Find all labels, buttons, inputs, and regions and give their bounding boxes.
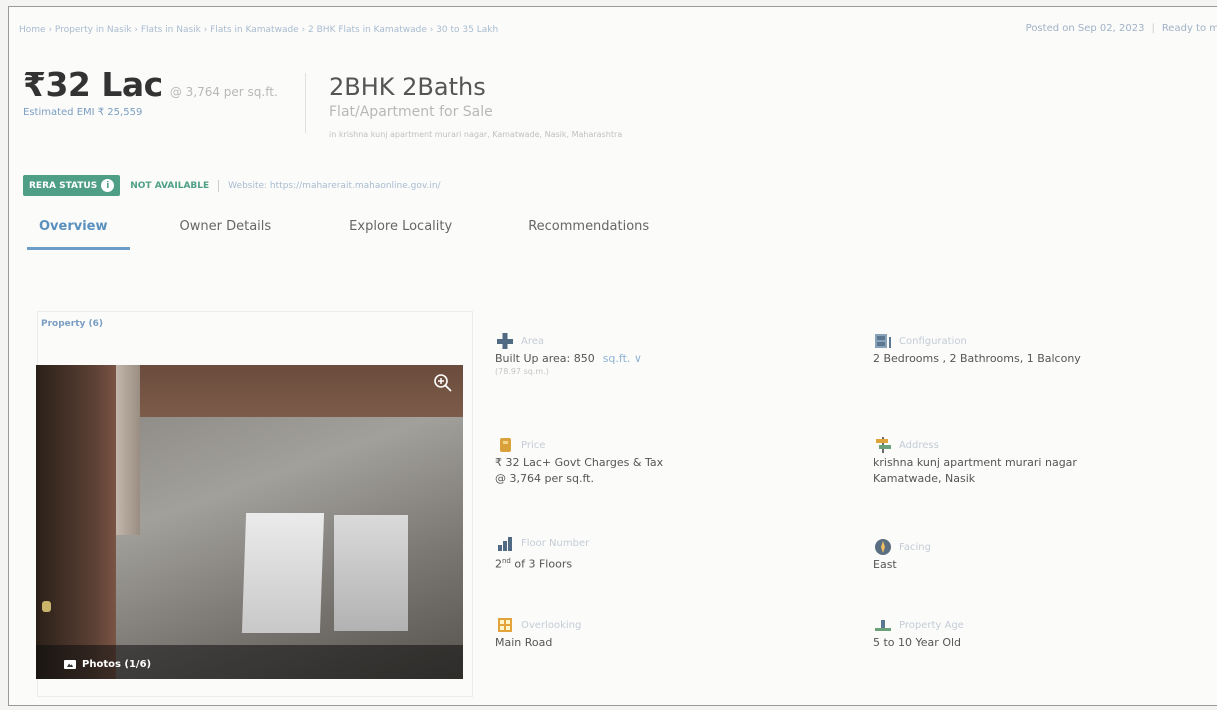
facing-value: East: [873, 558, 897, 571]
property-age-value: 5 to 10 Year Old: [873, 636, 962, 649]
address-label: Address: [899, 439, 939, 451]
gallery-section-label[interactable]: Property (6): [41, 319, 103, 329]
rera-website-link[interactable]: Website: https://maharerait.mahaonline.g…: [228, 181, 440, 191]
property-page: Home › Property in Nasik › Flats in Nasi…: [8, 6, 1217, 706]
tab-recommendations[interactable]: Recommendations: [528, 219, 649, 250]
price-icon: [500, 438, 511, 452]
price-amount: ₹32 Lac: [23, 65, 163, 104]
detail-price: Price ₹ 32 Lac+ Govt Charges & Tax @ 3,7…: [495, 435, 663, 487]
property-photo[interactable]: Photos (1/6): [36, 365, 463, 679]
breadcrumb[interactable]: Home › Property in Nasik › Flats in Nasi…: [19, 25, 498, 35]
rera-status-badge[interactable]: RERA STATUS i: [23, 175, 121, 196]
posted-separator: |: [1151, 23, 1155, 34]
floor-suffix: nd: [502, 557, 511, 565]
area-value: Built Up area: 850: [495, 352, 595, 365]
facing-label: Facing: [899, 541, 931, 553]
property-age-icon: [875, 620, 891, 631]
detail-facing: Facing East: [873, 537, 931, 573]
compass-icon: [875, 539, 891, 555]
tab-bar: Overview Owner Details Explore Locality …: [27, 219, 649, 250]
address-icon: [876, 437, 891, 453]
configuration-label: Configuration: [899, 335, 967, 347]
detail-area: Area Built Up area: 850 sq.ft. ∨ (78.97 s…: [495, 331, 642, 376]
detail-address: Address krishna kunj apartment murari na…: [873, 435, 1077, 487]
listing-title-block: 2BHK 2Baths Flat/Apartment for Sale in k…: [329, 73, 622, 139]
floor-label: Floor Number: [521, 537, 590, 549]
area-label: Area: [521, 335, 545, 347]
area-unit-dropdown[interactable]: sq.ft. ∨: [603, 352, 642, 365]
price-block: ₹32 Lac @ 3,764 per sq.ft. Estimated EMI…: [23, 65, 278, 118]
configuration-icon: [875, 334, 891, 348]
configuration-value: 2 Bedrooms , 2 Bathrooms, 1 Balcony: [873, 352, 1081, 365]
photo-icon: [64, 660, 76, 669]
floor-total: of 3 Floors: [514, 557, 573, 571]
price-per-sqft: @ 3,764 per sq.ft.: [169, 85, 278, 99]
rera-badge-label: RERA STATUS: [29, 180, 98, 191]
property-age-label: Property Age: [899, 619, 964, 631]
header-divider: [305, 73, 306, 133]
zoom-in-icon[interactable]: [433, 373, 453, 397]
estimated-emi-link[interactable]: Estimated EMI ₹ 25,559: [23, 107, 278, 118]
floor-number: 2: [495, 557, 502, 571]
overlooking-icon: [498, 618, 512, 632]
price-per-sqft-detail: @ 3,764 per sq.ft.: [495, 472, 594, 485]
area-icon: [497, 333, 513, 349]
detail-configuration: Configuration 2 Bedrooms , 2 Bathrooms, …: [873, 331, 1081, 367]
listing-subtitle: Flat/Apartment for Sale: [329, 104, 493, 120]
tab-overview[interactable]: Overview: [27, 219, 130, 250]
listing-title: 2BHK 2Baths: [329, 73, 486, 101]
photos-count-label: Photos (1/6): [82, 659, 152, 670]
area-sqm: (78.97 sq.m.): [495, 367, 549, 376]
address-line2: Kamatwade, Nasik: [873, 472, 976, 485]
photos-count-button[interactable]: Photos (1/6): [64, 659, 151, 670]
floor-icon: [498, 537, 512, 551]
rera-row: RERA STATUS i NOT AVAILABLE Website: htt…: [23, 175, 441, 196]
price-value: ₹ 32 Lac+ Govt Charges & Tax: [495, 456, 664, 469]
posted-info: Posted on Sep 02, 2023 | Ready to m: [1026, 23, 1217, 34]
listing-address: in krishna kunj apartment murari nagar, …: [329, 130, 623, 139]
price-label: Price: [521, 439, 546, 451]
overlooking-label: Overlooking: [521, 619, 582, 631]
posted-date: Posted on Sep 02, 2023: [1025, 23, 1145, 34]
info-icon[interactable]: i: [101, 179, 115, 192]
address-line1: krishna kunj apartment murari nagar: [873, 456, 1077, 469]
rera-separator: [218, 179, 220, 192]
detail-overlooking: Overlooking Main Road: [495, 615, 581, 651]
tab-explore-locality[interactable]: Explore Locality: [349, 219, 452, 250]
tab-owner-details[interactable]: Owner Details: [180, 219, 272, 250]
detail-property-age: Property Age 5 to 10 Year Old: [873, 615, 964, 651]
possession-status: Ready to m: [1161, 23, 1217, 34]
detail-floor: Floor Number 2nd of 3 Floors: [495, 533, 589, 573]
overlooking-value: Main Road: [495, 636, 553, 649]
rera-not-available: NOT AVAILABLE: [130, 180, 210, 191]
